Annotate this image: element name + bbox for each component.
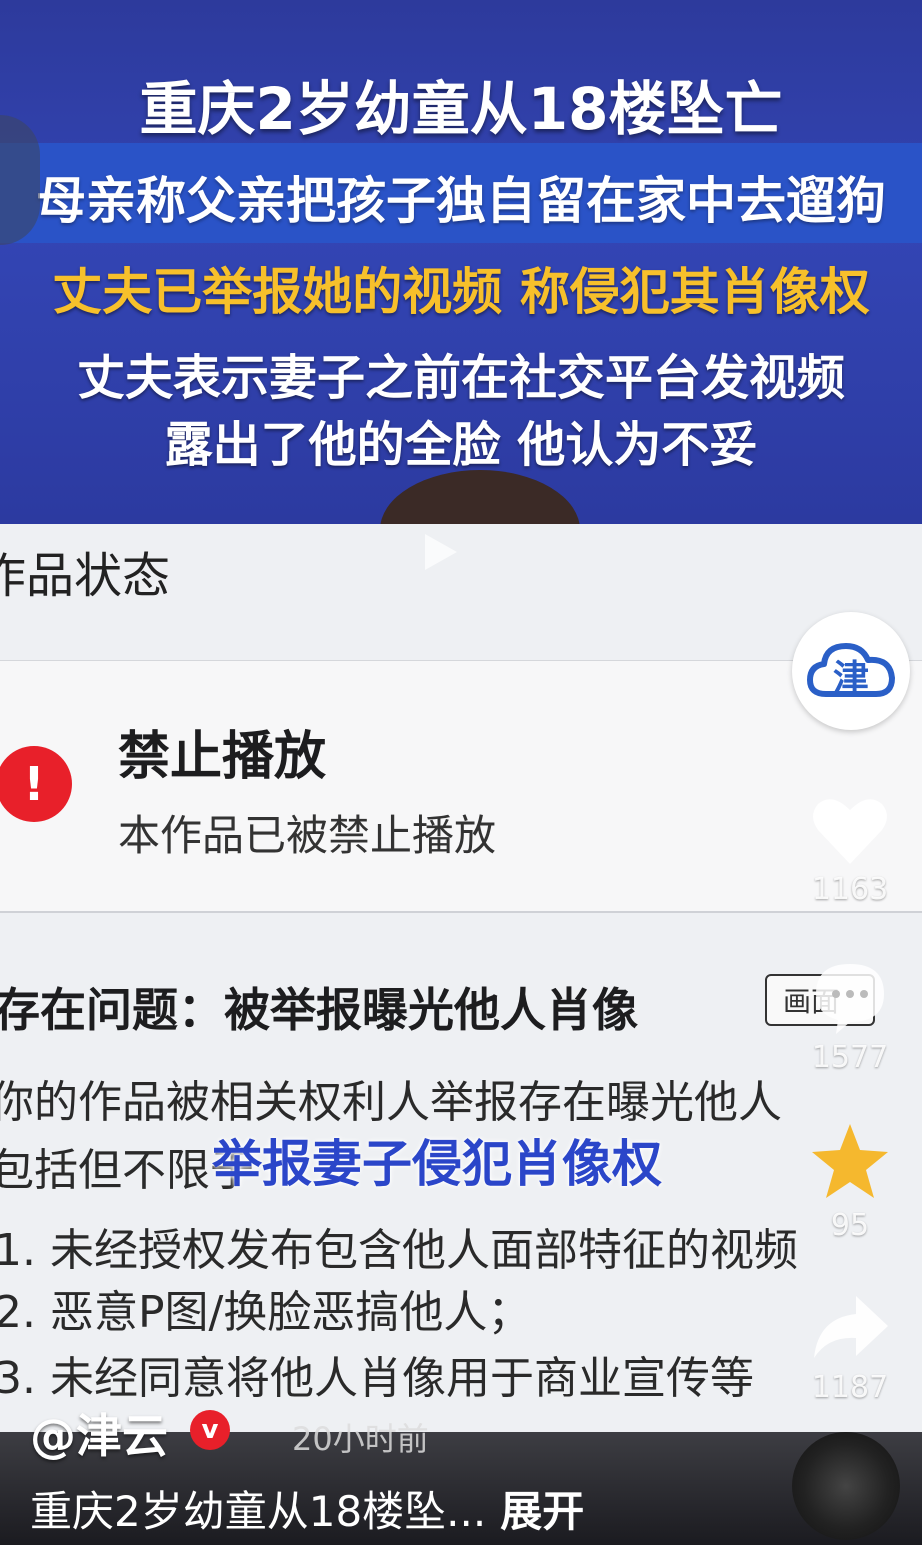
verified-badge-icon: v bbox=[190, 1410, 230, 1450]
banner-highlight-text: 丈夫已举报她的视频 称侵犯其肖像权 bbox=[52, 263, 870, 321]
avatar-char: 津 bbox=[833, 658, 869, 699]
favorite-star-icon[interactable] bbox=[808, 1120, 892, 1204]
issue-text: 存在问题：被举报曝光他人肖像 bbox=[0, 983, 638, 1037]
policy-line: 2. 恶意P图/换脸恶搞他人； bbox=[0, 1287, 532, 1338]
news-banner: 重庆2岁幼童从18楼坠亡 母亲称父亲把孩子独自留在家中去遛狗 丈夫已举报她的视频… bbox=[0, 0, 922, 524]
favorite-count: 95 bbox=[830, 1208, 870, 1243]
comment-icon[interactable] bbox=[808, 956, 892, 1040]
status-card-title: 禁止播放 bbox=[118, 727, 327, 787]
policy-line: 3. 未经同意将他人肖像用于商业宣传等 bbox=[0, 1353, 754, 1404]
work-status-screenshot: 作品状态 ! 禁止播放 本作品已被禁止播放 存在问题：被举报曝光他人肖像 画面 … bbox=[0, 524, 922, 1545]
expand-button[interactable]: 展开 bbox=[500, 1487, 584, 1536]
author-avatar[interactable]: 津 bbox=[792, 612, 910, 730]
banner-detail-line-2: 露出了他的全脸 他认为不妥 bbox=[164, 417, 758, 473]
speaker-head-silhouette bbox=[380, 470, 580, 524]
banner-strip: 母亲称父亲把孩子独自留在家中去遛狗 bbox=[0, 143, 922, 243]
play-icon[interactable] bbox=[425, 534, 457, 570]
policy-line: 你的作品被相关权利人举报存在曝光他人 bbox=[0, 1077, 782, 1128]
share-arrow-icon[interactable] bbox=[808, 1286, 892, 1370]
post-time: 20小时前 bbox=[292, 1420, 429, 1458]
heart-icon[interactable] bbox=[808, 790, 892, 874]
back-handle[interactable] bbox=[0, 115, 40, 245]
description-text: 重庆2岁幼童从18楼坠... bbox=[30, 1487, 487, 1536]
video-description: 重庆2岁幼童从18楼坠... 展开 bbox=[30, 1478, 584, 1539]
author-name[interactable]: @津云 bbox=[30, 1400, 168, 1466]
banner-detail-line-1: 丈夫表示妻子之前在社交平台发视频 bbox=[76, 350, 845, 406]
banner-title: 重庆2岁幼童从18楼坠亡 bbox=[139, 75, 783, 143]
panel-header: 作品状态 bbox=[0, 548, 171, 604]
comment-count: 1577 bbox=[811, 1040, 889, 1075]
status-card-subtitle: 本作品已被禁止播放 bbox=[118, 811, 497, 860]
cloud-logo-icon: 津 bbox=[807, 643, 895, 699]
like-count: 1163 bbox=[811, 872, 889, 907]
share-count: 1187 bbox=[811, 1370, 889, 1405]
video-caption: 举报妻子侵犯肖像权 bbox=[212, 1135, 662, 1193]
policy-line: 1. 未经授权发布包含他人面部特征的视频 bbox=[0, 1225, 798, 1276]
music-disc-icon[interactable] bbox=[792, 1432, 900, 1540]
banner-strip-text: 母亲称父亲把孩子独自留在家中去遛狗 bbox=[36, 172, 886, 230]
